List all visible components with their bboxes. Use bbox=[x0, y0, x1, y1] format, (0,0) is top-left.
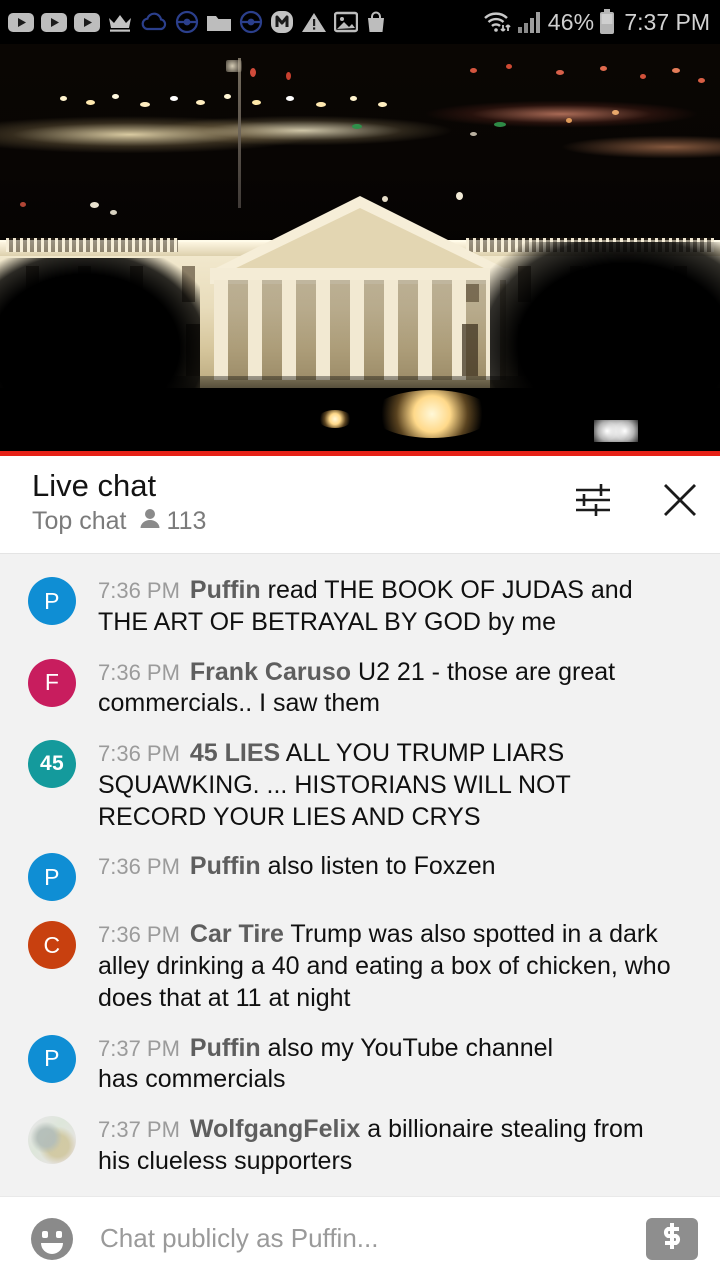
chat-message-body: 7:36 PM Puffin read THE BOOK OF JUDAS an… bbox=[98, 575, 678, 639]
pokeball-icon-2 bbox=[239, 10, 263, 34]
status-bar-system-icons: 46% 7:37 PM bbox=[482, 9, 710, 36]
ground-lamp-glow bbox=[372, 390, 492, 438]
chat-message-body: 7:37 PM WolfgangFelix a billionaire stea… bbox=[98, 1114, 678, 1178]
message-author[interactable]: Puffin bbox=[190, 852, 261, 880]
message-author[interactable]: Frank Caruso bbox=[190, 658, 351, 686]
chat-subheader: Top chat 113 bbox=[32, 507, 206, 536]
message-timestamp: 7:36 PM bbox=[98, 854, 180, 880]
person-icon bbox=[139, 507, 161, 536]
chat-message-body: 7:36 PM Frank Caruso U2 21 - those are g… bbox=[98, 657, 678, 721]
flag bbox=[226, 60, 242, 72]
battery-icon bbox=[599, 9, 615, 35]
message-author[interactable]: Puffin bbox=[190, 576, 261, 604]
avatar[interactable]: P bbox=[28, 577, 76, 625]
pokeball-icon-1 bbox=[175, 10, 199, 34]
message-timestamp: 7:37 PM bbox=[98, 1117, 180, 1142]
foreground-shadow bbox=[0, 376, 720, 456]
chat-message[interactable]: 7:37 PM WolfgangFelix a billionaire stea… bbox=[0, 1105, 720, 1187]
avatar[interactable]: F bbox=[28, 658, 76, 707]
youtube-icon-3 bbox=[74, 12, 100, 32]
avatar-initial: F bbox=[44, 669, 60, 695]
message-text: also listen to Foxzen bbox=[267, 852, 496, 881]
viewer-count: 113 bbox=[139, 506, 207, 536]
avatar[interactable]: C bbox=[28, 921, 76, 970]
chat-message[interactable]: 45 7:36 PM 45 LIES ALL YOU TRUMP LIARS S… bbox=[0, 729, 720, 842]
shopping-bag-icon bbox=[365, 11, 387, 34]
chat-message-body: 7:37 PM Puffin also my YouTube channel h… bbox=[98, 1033, 598, 1097]
chat-message[interactable]: P 7:37 PM Puffin also my YouTube channel… bbox=[0, 1024, 720, 1106]
message-timestamp: 7:36 PM bbox=[98, 578, 180, 603]
emoji-icon[interactable] bbox=[28, 1215, 76, 1263]
chat-message[interactable]: C 7:36 PM Car Tire Trump was also spotte… bbox=[0, 910, 720, 1023]
avatar-initial: 45 bbox=[40, 752, 64, 775]
chat-message[interactable]: P 7:36 PM Puffin also listen to Foxzen bbox=[0, 842, 720, 910]
live-chat-header: Live chat Top chat 113 bbox=[0, 456, 720, 554]
folder-icon bbox=[206, 12, 232, 33]
image-icon bbox=[334, 11, 358, 33]
chat-header-titles: Live chat Top chat 113 bbox=[32, 468, 206, 536]
avatar[interactable]: 45 bbox=[28, 740, 76, 788]
battery-percent-label: 46% bbox=[547, 8, 595, 35]
avatar-initial: P bbox=[44, 587, 60, 614]
youtube-live-chat-screen: 46% 7:37 PM Live chat Top chat 113 P 7:3… bbox=[0, 0, 720, 1280]
flag-pole bbox=[238, 58, 241, 208]
message-author[interactable]: WolfgangFelix bbox=[190, 1115, 360, 1143]
warning-icon bbox=[301, 11, 327, 34]
avatar-initial: C bbox=[43, 931, 61, 958]
chat-settings-icon[interactable] bbox=[572, 479, 614, 521]
youtube-icon-2 bbox=[41, 12, 67, 32]
chat-message-body: 7:36 PM 45 LIES ALL YOU TRUMP LIARS SQUA… bbox=[98, 738, 678, 833]
youtube-icon-1 bbox=[8, 12, 34, 32]
status-bar-notification-icons bbox=[8, 10, 387, 34]
m-badge-icon bbox=[270, 10, 294, 34]
chat-input-bar bbox=[0, 1196, 720, 1280]
video-player[interactable] bbox=[0, 44, 720, 456]
avatar-initial: P bbox=[44, 863, 60, 890]
chat-message[interactable]: F 7:36 PM Frank Caruso U2 21 - those are… bbox=[0, 648, 720, 730]
avatar-initial: P bbox=[44, 1045, 60, 1071]
message-timestamp: 7:37 PM bbox=[98, 1035, 180, 1061]
chat-message[interactable]: P 7:36 PM Puffin read THE BOOK OF JUDAS … bbox=[0, 566, 720, 648]
message-author[interactable]: 45 LIES bbox=[190, 739, 280, 767]
clock-label: 7:37 PM bbox=[624, 8, 710, 35]
cloud-icon bbox=[140, 12, 168, 32]
message-timestamp: 7:36 PM bbox=[98, 659, 180, 685]
close-icon[interactable] bbox=[658, 478, 702, 522]
dollar-icon bbox=[658, 1221, 686, 1256]
superchat-button[interactable] bbox=[646, 1217, 698, 1260]
chat-message-list[interactable]: P 7:36 PM Puffin read THE BOOK OF JUDAS … bbox=[0, 554, 720, 1196]
message-timestamp: 7:36 PM bbox=[98, 741, 180, 766]
avatar[interactable] bbox=[28, 1116, 76, 1164]
chat-input[interactable] bbox=[100, 1223, 636, 1254]
avatar[interactable]: P bbox=[28, 853, 76, 902]
ground-lamp-small bbox=[318, 410, 352, 428]
message-author[interactable]: Puffin bbox=[190, 1034, 261, 1062]
status-bar: 46% 7:37 PM bbox=[0, 0, 720, 44]
message-timestamp: 7:36 PM bbox=[98, 922, 180, 948]
message-author[interactable]: Car Tire bbox=[190, 920, 284, 948]
chat-header-actions bbox=[572, 470, 702, 522]
message-text: Trump was also spotted in a dark alley d… bbox=[98, 920, 671, 1012]
wifi-icon bbox=[482, 10, 512, 34]
crown-icon bbox=[107, 11, 133, 33]
chat-message-body: 7:36 PM Puffin also listen to Foxzen bbox=[98, 851, 496, 883]
avatar[interactable]: P bbox=[28, 1034, 76, 1083]
viewer-count-label: 113 bbox=[166, 506, 207, 535]
chat-mode-label[interactable]: Top chat bbox=[32, 507, 127, 536]
signal-icon bbox=[517, 10, 543, 34]
page-title: Live chat bbox=[32, 468, 157, 503]
distant-pair-light bbox=[594, 420, 638, 442]
chat-message-body: 7:36 PM Car Tire Trump was also spotted … bbox=[98, 919, 678, 1014]
